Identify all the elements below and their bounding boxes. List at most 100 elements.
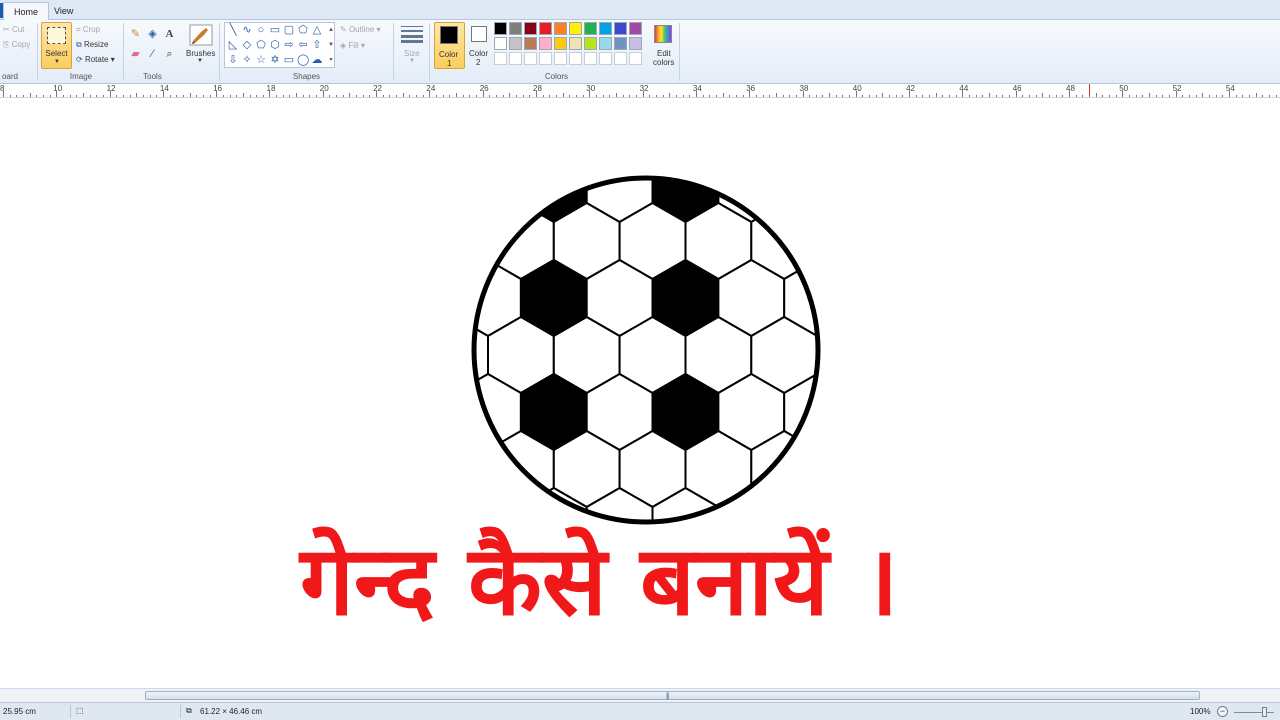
ruler-label: 24 [426, 84, 436, 93]
six-point-star-shape-icon[interactable]: ✡ [269, 54, 281, 66]
ruler-tick [636, 95, 637, 97]
palette-swatch[interactable] [494, 52, 507, 65]
palette-swatch[interactable] [539, 52, 552, 65]
palette-swatch[interactable] [614, 22, 627, 35]
color1-button[interactable]: Color 1 [434, 22, 465, 69]
palette-swatch[interactable] [584, 37, 597, 50]
ruler-label: 28 [533, 84, 542, 93]
palette-swatch[interactable] [554, 37, 567, 50]
palette-swatch[interactable] [629, 37, 642, 50]
palette-swatch[interactable] [599, 37, 612, 50]
palette-swatch[interactable] [509, 22, 522, 35]
pentagon-shape-icon[interactable]: ⬠ [255, 39, 267, 51]
palette-swatch[interactable] [554, 22, 567, 35]
ruler-tick [842, 95, 843, 97]
palette-swatch[interactable] [494, 22, 507, 35]
right-triangle-shape-icon[interactable]: ◺ [227, 39, 239, 51]
palette-swatch[interactable] [494, 37, 507, 50]
five-point-star-shape-icon[interactable]: ☆ [255, 54, 267, 66]
color-picker-icon[interactable]: ⁄ [145, 47, 160, 61]
rounded-rectangle-shape-icon[interactable]: ▢ [283, 24, 295, 36]
ruler-tick [496, 95, 497, 97]
scroll-up-icon[interactable]: ▲ [325, 24, 337, 36]
palette-swatch[interactable] [524, 22, 537, 35]
palette-swatch[interactable] [509, 52, 522, 65]
magnifier-icon[interactable]: ⌕ [162, 47, 177, 61]
zoom-slider[interactable] [1234, 712, 1274, 713]
palette-swatch[interactable] [599, 22, 612, 35]
zoom-slider-thumb[interactable] [1262, 707, 1267, 717]
ribbon-tab-bar: Home View [0, 0, 1280, 20]
four-point-star-shape-icon[interactable]: ✧ [241, 54, 253, 66]
palette-swatch[interactable] [539, 37, 552, 50]
curve-shape-icon[interactable]: ∿ [241, 24, 253, 36]
tab-view[interactable]: View [44, 2, 83, 20]
ruler-tick [176, 95, 177, 97]
palette-swatch[interactable] [524, 37, 537, 50]
palette-swatch[interactable] [554, 52, 567, 65]
left-arrow-shape-icon[interactable]: ⇦ [297, 39, 309, 51]
palette-swatch[interactable] [629, 52, 642, 65]
pencil-icon[interactable]: ✎ [128, 27, 143, 41]
drawing-canvas[interactable]: गेन्द कैसे बनायें । [0, 98, 1280, 688]
rectangle-shape-icon[interactable]: ▭ [269, 24, 281, 36]
diamond-shape-icon[interactable]: ◇ [241, 39, 253, 51]
ruler-tick [982, 95, 983, 97]
expand-gallery-icon[interactable]: ▾ [325, 54, 337, 66]
callout-shape-icon[interactable]: ▭ [283, 54, 295, 66]
select-button[interactable]: Select ▼ [41, 22, 72, 69]
shapes-gallery[interactable]: ╲ ∿ ○ ▭ ▢ ⬠ △ ◺ ◇ ⬠ ⬡ ⇨ ⇦ ⇧ ⇩ ✧ ☆ ✡ ▭ ◯ … [224, 22, 335, 68]
ruler-tick [383, 95, 384, 97]
palette-swatch[interactable] [614, 37, 627, 50]
rainbow-palette-icon [654, 25, 672, 43]
palette-swatch[interactable] [569, 37, 582, 50]
ruler-tick [803, 91, 804, 97]
copy-button[interactable]: ⎘ Copy [3, 40, 30, 50]
palette-swatch[interactable] [524, 52, 537, 65]
resize-label: Resize [83, 40, 109, 49]
ruler-tick [156, 95, 157, 97]
palette-swatch[interactable] [509, 37, 522, 50]
oval-shape-icon[interactable]: ○ [255, 24, 267, 36]
edit-colors-label2: colors [653, 58, 675, 67]
ruler-tick [1216, 95, 1217, 97]
horizontal-scrollbar[interactable]: ||| [0, 688, 1280, 702]
ruler-tick [243, 93, 244, 97]
crop-button[interactable]: ⌗ Crop [76, 25, 100, 35]
line-shape-icon[interactable]: ╲ [227, 24, 239, 36]
fill-bucket-icon[interactable]: ◈ [145, 27, 160, 41]
cloud-callout-shape-icon[interactable]: ☁ [311, 54, 323, 66]
zoom-out-button[interactable]: − [1217, 706, 1228, 717]
line-size-icon [401, 26, 423, 43]
palette-swatch[interactable] [584, 22, 597, 35]
eraser-icon[interactable]: ▰ [128, 47, 143, 61]
fill-button[interactable]: ◈ Fill ▾ [340, 41, 365, 50]
ruler-tick [336, 95, 337, 97]
outline-button[interactable]: ✎ Outline ▾ [340, 25, 381, 34]
ruler-tick [1062, 95, 1063, 97]
cut-button[interactable]: ✂ Cut [3, 25, 24, 34]
palette-swatch[interactable] [614, 52, 627, 65]
ruler-tick [696, 91, 697, 97]
rotate-button[interactable]: ⟳ Rotate ▾ [76, 55, 115, 64]
scrollbar-thumb[interactable]: ||| [145, 691, 1200, 700]
oval-callout-shape-icon[interactable]: ◯ [297, 54, 309, 66]
text-tool-icon[interactable]: A [162, 27, 177, 41]
tab-home[interactable]: Home [3, 2, 50, 20]
ruler-tick [1242, 95, 1243, 97]
palette-swatch[interactable] [599, 52, 612, 65]
ruler-tick [536, 91, 537, 97]
scroll-down-icon[interactable]: ▼ [325, 39, 337, 51]
resize-button[interactable]: ⧉ Resize [76, 40, 108, 50]
palette-swatch[interactable] [629, 22, 642, 35]
down-arrow-shape-icon[interactable]: ⇩ [227, 54, 239, 66]
up-arrow-shape-icon[interactable]: ⇧ [311, 39, 323, 51]
palette-swatch[interactable] [539, 22, 552, 35]
polygon-shape-icon[interactable]: ⬠ [297, 24, 309, 36]
palette-swatch[interactable] [569, 52, 582, 65]
palette-swatch[interactable] [569, 22, 582, 35]
right-arrow-shape-icon[interactable]: ⇨ [283, 39, 295, 51]
palette-swatch[interactable] [584, 52, 597, 65]
triangle-shape-icon[interactable]: △ [311, 24, 323, 36]
hexagon-shape-icon[interactable]: ⬡ [269, 39, 281, 51]
